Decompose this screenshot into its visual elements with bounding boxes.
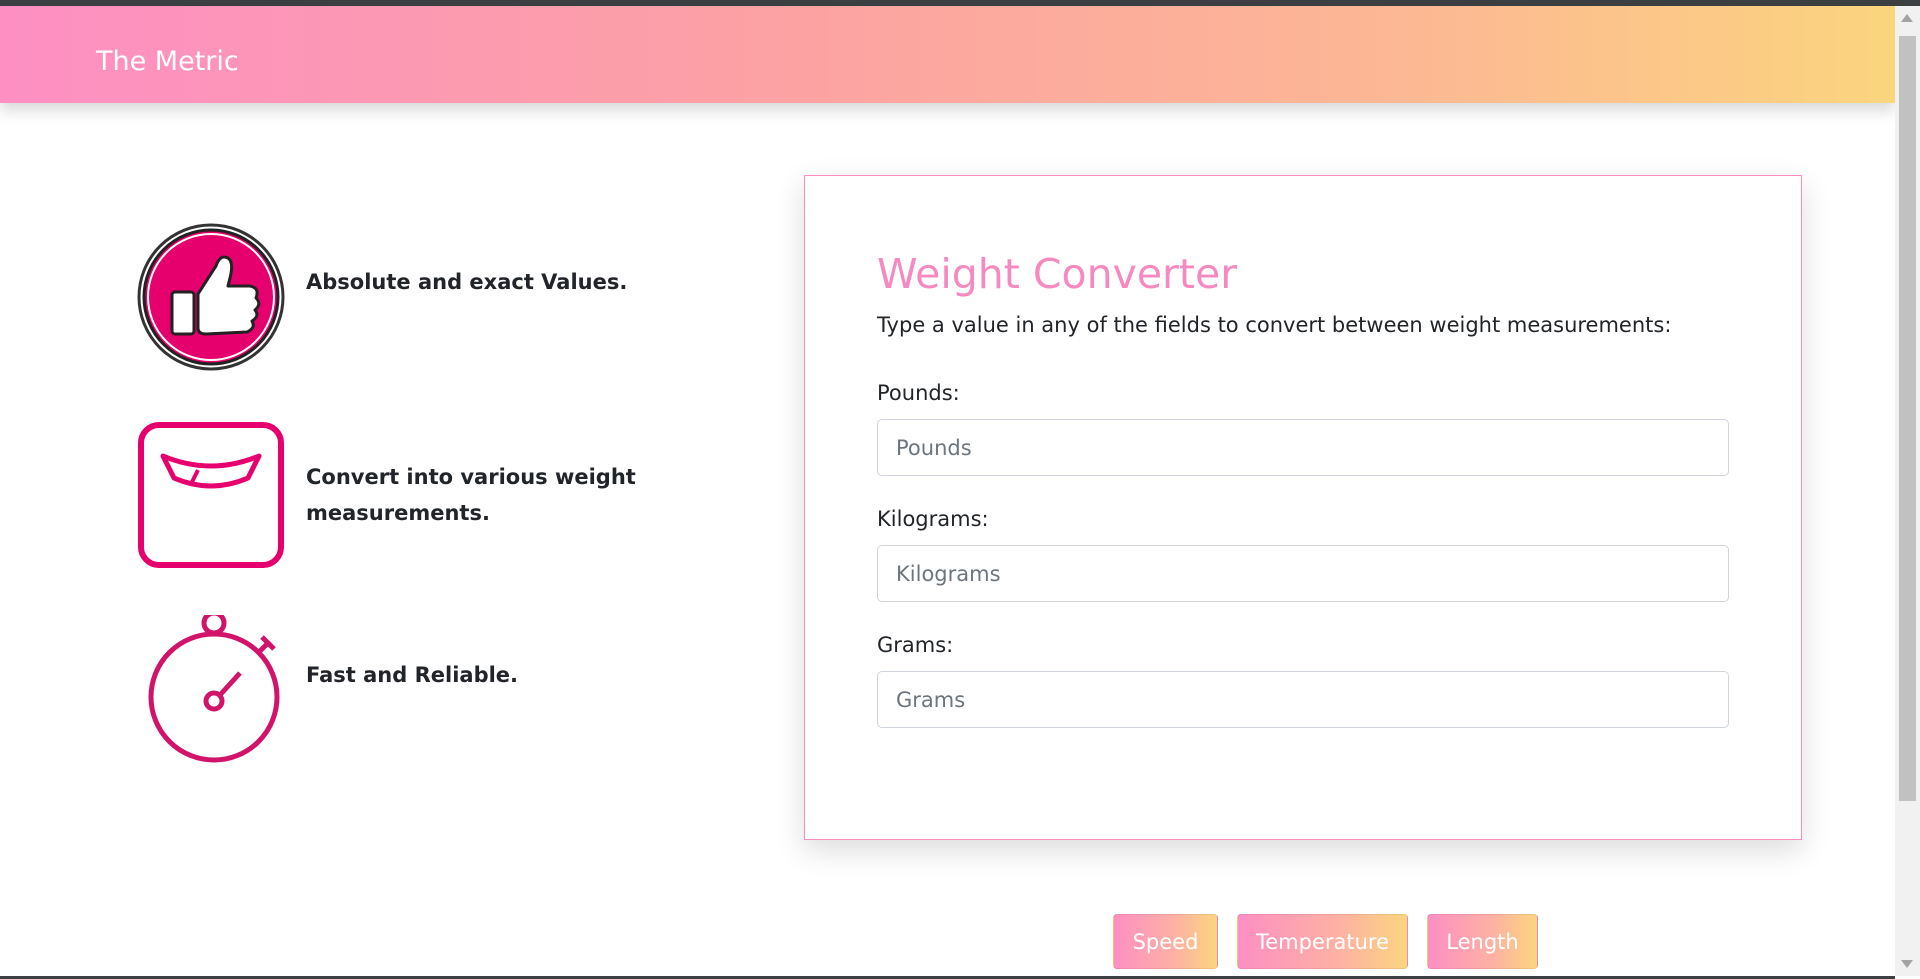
length-button[interactable]: Length	[1427, 914, 1538, 969]
feature-text: Convert into various weight measurements…	[306, 465, 636, 525]
grams-label: Grams:	[877, 633, 954, 657]
kilograms-label: Kilograms:	[877, 507, 989, 531]
kilograms-input[interactable]	[877, 545, 1729, 602]
stopwatch-icon	[136, 615, 286, 765]
converter-description: Type a value in any of the fields to con…	[877, 313, 1672, 337]
feature-text: Fast and Reliable.	[306, 663, 519, 687]
brand-title[interactable]: The Metric	[96, 46, 239, 77]
feature-exact-values: Absolute and exact Values.	[136, 222, 646, 372]
converter-title: Weight Converter	[877, 250, 1238, 298]
vertical-scrollbar[interactable]	[1895, 6, 1920, 976]
thumbs-up-icon	[136, 222, 286, 372]
feature-fast-reliable: Fast and Reliable.	[136, 615, 646, 765]
scroll-down-arrow-icon[interactable]	[1901, 960, 1913, 968]
pounds-label: Pounds:	[877, 381, 960, 405]
temperature-button[interactable]: Temperature	[1237, 914, 1408, 969]
scale-icon	[136, 420, 286, 570]
scroll-thumb[interactable]	[1899, 36, 1916, 801]
pounds-input[interactable]	[877, 419, 1729, 476]
weight-converter-card: Weight Converter Type a value in any of …	[804, 175, 1802, 840]
feature-text: Absolute and exact Values.	[306, 270, 628, 294]
scroll-up-arrow-icon[interactable]	[1901, 14, 1913, 22]
speed-button[interactable]: Speed	[1113, 914, 1218, 969]
navbar: The Metric	[0, 6, 1895, 103]
grams-input[interactable]	[877, 671, 1729, 728]
feature-various-measurements: Convert into various weight measurements…	[136, 420, 646, 570]
